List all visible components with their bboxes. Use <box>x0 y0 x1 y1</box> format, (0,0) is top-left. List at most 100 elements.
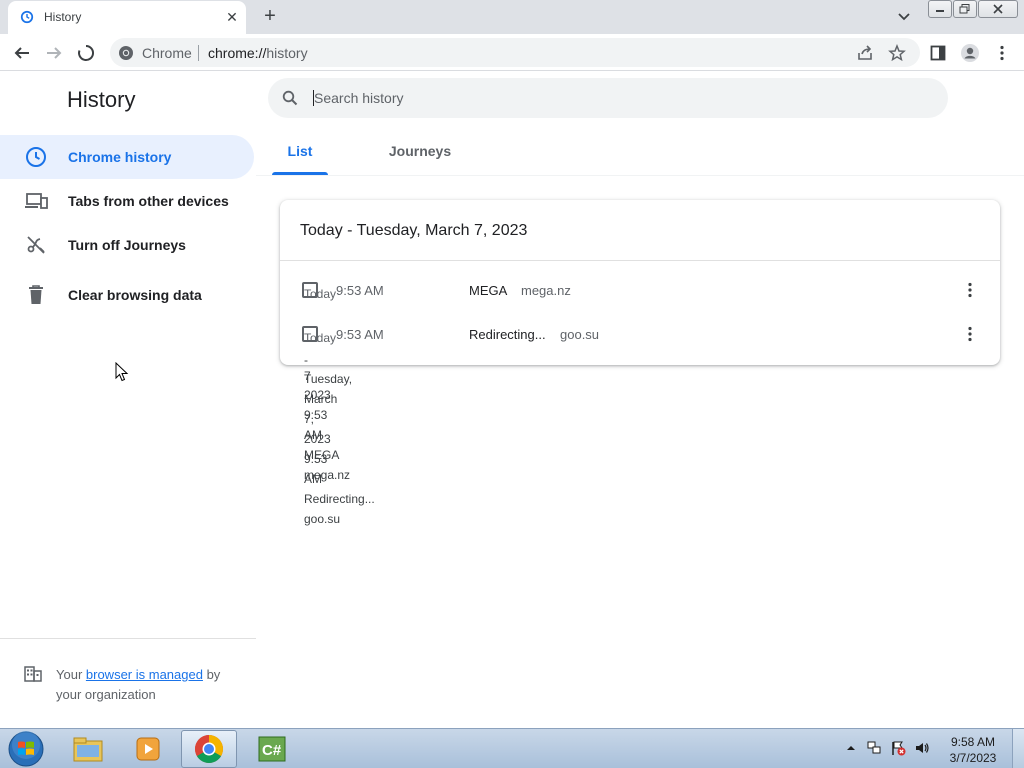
entry-checkbox-label: Today <box>304 331 337 345</box>
stop-loading-button[interactable] <box>74 41 98 65</box>
restore-icon <box>959 4 970 14</box>
search-icon <box>282 90 298 106</box>
entry-domain: goo.su <box>560 327 600 342</box>
tab-journeys[interactable]: Journeys <box>380 128 460 175</box>
kebab-menu-icon <box>1000 45 1004 61</box>
leaked-text: 2023 <box>304 432 331 446</box>
action-center-flag-icon[interactable] <box>890 740 906 756</box>
omnibox-chip-label: Chrome <box>142 45 192 61</box>
sidebar-item-label: Tabs from other devices <box>68 193 229 209</box>
entry-domain: mega.nz <box>521 283 571 298</box>
share-icon[interactable] <box>856 44 874 62</box>
history-entry[interactable]: Today 9:53 AM MEGA mega.nz <box>280 268 1000 312</box>
close-icon <box>993 4 1003 14</box>
building-icon <box>24 666 42 682</box>
history-card: Today - Tuesday, March 7, 2023 Today 9:5… <box>280 200 1000 365</box>
trash-icon <box>24 284 48 306</box>
close-window-button[interactable] <box>978 0 1018 18</box>
history-entry[interactable]: Today 9:53 AM Redirecting... goo.su <box>280 312 1000 356</box>
profile-button[interactable] <box>958 41 982 65</box>
history-search-box[interactable] <box>268 78 948 118</box>
windows-taskbar: C# 9:58 AM 3/7/2023 <box>0 728 1024 768</box>
taskbar-media-player[interactable] <box>120 730 176 768</box>
browser-tab-history[interactable]: History ✕ <box>8 1 246 34</box>
profile-avatar-icon <box>961 44 979 62</box>
chrome-icon <box>195 735 223 763</box>
leaked-text: Tuesday, <box>304 372 353 386</box>
sidebar-item-clear-browsing-data[interactable]: Clear browsing data <box>0 273 254 317</box>
arrow-left-icon <box>14 47 29 59</box>
mouse-cursor-icon <box>115 362 129 382</box>
sidebar-divider <box>0 638 256 639</box>
network-icon[interactable] <box>866 740 882 756</box>
omnibox-url[interactable]: chrome://history <box>208 45 308 61</box>
entry-title-link[interactable]: MEGA <box>469 283 507 298</box>
volume-icon[interactable] <box>914 740 930 756</box>
sidebar-item-chrome-history[interactable]: Chrome history <box>0 135 254 179</box>
leaked-text: 7, <box>304 412 315 426</box>
url-path: history <box>266 45 308 61</box>
tab-search-chevron-icon[interactable] <box>893 7 915 27</box>
managed-notice: Your browser is managed by your organiza… <box>56 665 246 705</box>
entry-more-button[interactable] <box>958 278 982 302</box>
restore-button[interactable] <box>953 0 977 18</box>
windows-explorer-icon <box>73 737 103 762</box>
kebab-menu-icon <box>968 282 972 298</box>
tab-list[interactable]: List <box>272 128 328 175</box>
browser-managed-link[interactable]: browser is managed <box>86 667 203 682</box>
sidebar-item-turn-off-journeys[interactable]: Turn off Journeys <box>0 223 254 267</box>
tabs-divider <box>256 175 1024 176</box>
tab-close-icon[interactable]: ✕ <box>222 7 242 27</box>
side-panel-icon <box>930 45 946 61</box>
entry-time: 9:53 AM <box>336 283 384 298</box>
url-scheme: chrome:// <box>208 45 267 61</box>
show-hidden-icons-icon[interactable] <box>843 740 859 756</box>
leaked-text: MEGA <box>304 448 340 462</box>
taskbar-explorer[interactable] <box>60 730 116 768</box>
address-bar[interactable]: Chrome chrome://history <box>110 38 920 67</box>
arrow-right-icon <box>47 47 62 59</box>
entry-checkbox-label: Today <box>304 287 337 301</box>
managed-prefix: Your <box>56 667 86 682</box>
taskbar-csharp[interactable]: C# <box>244 730 300 768</box>
media-player-icon <box>136 737 160 761</box>
back-button[interactable] <box>10 41 34 65</box>
sidebar-item-label: Clear browsing data <box>68 287 202 303</box>
new-tab-button[interactable]: + <box>258 5 282 29</box>
browser-tab-strip: History ✕ + <box>0 0 1024 34</box>
sidebar-item-label: Turn off Journeys <box>68 237 186 253</box>
history-date-header: Today - Tuesday, March 7, 2023 <box>300 222 528 239</box>
clock-icon <box>24 146 48 168</box>
kebab-menu-icon <box>968 326 972 342</box>
leaked-text: Redirecting... <box>304 492 375 506</box>
clock-date: 3/7/2023 <box>949 751 997 765</box>
clock-time: 9:58 AM <box>950 735 996 749</box>
journeys-off-icon <box>24 234 48 256</box>
bookmark-star-icon[interactable] <box>888 44 906 62</box>
devices-icon <box>24 190 48 212</box>
minimize-icon <box>936 10 944 12</box>
browser-toolbar: Chrome chrome://history <box>0 34 1024 71</box>
tab-journeys-label: Journeys <box>388 143 452 159</box>
loading-spinner-icon <box>78 44 95 61</box>
tab-title: History <box>44 10 82 24</box>
show-desktop-button[interactable] <box>1012 729 1024 768</box>
leaked-text: - <box>304 353 308 367</box>
leaked-text: March <box>304 392 338 406</box>
forward-button[interactable] <box>42 41 66 65</box>
sidebar-item-label: Chrome history <box>68 149 172 165</box>
taskbar-clock[interactable]: 9:58 AM 3/7/2023 <box>940 734 1006 766</box>
taskbar-chrome[interactable] <box>181 730 237 768</box>
leaked-text: goo.su <box>304 512 341 526</box>
menu-button[interactable] <box>990 41 1014 65</box>
leaked-text: AM <box>304 472 322 486</box>
entry-more-button[interactable] <box>958 322 982 346</box>
side-panel-button[interactable] <box>926 41 950 65</box>
search-input[interactable] <box>314 88 914 108</box>
chrome-logo-icon <box>119 46 133 60</box>
entry-title-link[interactable]: Redirecting... <box>469 327 546 342</box>
minimize-button[interactable] <box>928 0 952 18</box>
history-favicon-icon <box>20 10 34 24</box>
start-button[interactable] <box>4 730 48 768</box>
sidebar-item-tabs-from-other-devices[interactable]: Tabs from other devices <box>0 179 254 223</box>
